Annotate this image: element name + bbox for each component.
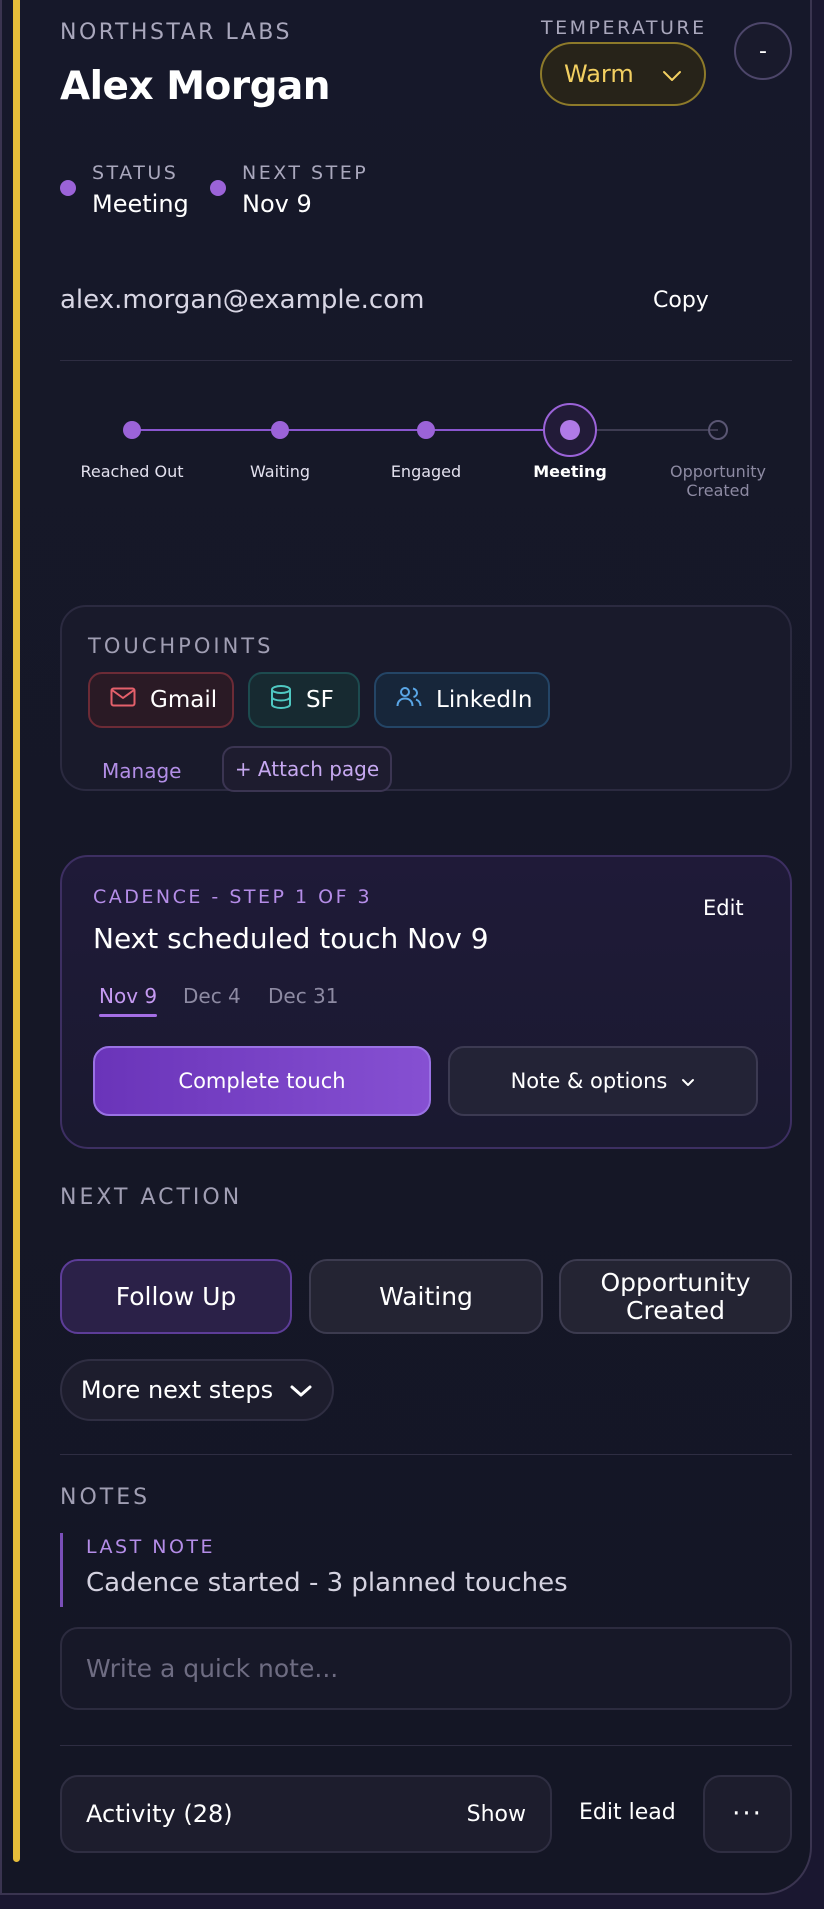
next-step-label: NEXT STEP xyxy=(242,162,369,184)
temperature-value: Warm xyxy=(564,60,634,88)
stage-label-opportunity: Opportunity Created xyxy=(669,462,766,500)
follow-up-button[interactable]: Follow Up xyxy=(60,1259,292,1334)
waiting-button[interactable]: Waiting xyxy=(309,1259,543,1334)
quick-note-input[interactable] xyxy=(60,1627,792,1710)
temperature-accent-bar xyxy=(13,0,20,1862)
touchpoint-linkedin[interactable]: LinkedIn xyxy=(374,672,550,728)
stage-dot-engaged[interactable] xyxy=(417,421,435,439)
last-note-bar xyxy=(60,1533,63,1607)
attach-page-button[interactable]: + Attach page xyxy=(222,746,392,792)
chevron-down-icon xyxy=(662,60,682,88)
cadence-title: Next scheduled touch Nov 9 xyxy=(93,922,489,955)
stage-dot-waiting[interactable] xyxy=(271,421,289,439)
cadence-step-label: CADENCE - STEP 1 OF 3 xyxy=(93,886,373,908)
stage-label-reached-out: Reached Out xyxy=(80,462,184,481)
cadence-tab-underline xyxy=(99,1014,157,1017)
lead-name: Alex Morgan xyxy=(60,64,331,109)
cadence-date-tab-2[interactable]: Dec 4 xyxy=(183,984,241,1008)
divider xyxy=(60,360,792,361)
status-label: STATUS xyxy=(92,162,179,184)
last-note-label: LAST NOTE xyxy=(86,1536,216,1558)
touchpoint-gmail-label: Gmail xyxy=(150,687,218,713)
lead-card: NORTHSTAR LABS Alex Morgan TEMPERATURE W… xyxy=(0,0,812,1895)
cadence-date-tab-3[interactable]: Dec 31 xyxy=(268,984,339,1008)
cadence-edit-button[interactable]: Edit xyxy=(703,896,744,920)
status-dot xyxy=(60,180,76,196)
stage-label-engaged: Engaged xyxy=(390,462,462,481)
temperature-select[interactable]: Warm xyxy=(540,42,706,106)
collapse-button[interactable]: - xyxy=(734,22,792,80)
opportunity-created-button[interactable]: Opportunity Created xyxy=(559,1259,792,1334)
divider xyxy=(60,1745,792,1746)
next-step-value: Nov 9 xyxy=(242,190,312,218)
touchpoint-sf-label: SF xyxy=(306,687,334,713)
touchpoint-sf[interactable]: SF xyxy=(248,672,360,728)
stage-dot-meeting[interactable] xyxy=(560,420,580,440)
touchpoint-gmail[interactable]: Gmail xyxy=(88,672,234,728)
stage-label-meeting: Meeting xyxy=(533,462,607,481)
copy-email-button[interactable]: Copy xyxy=(653,288,709,313)
status-value: Meeting xyxy=(92,190,189,218)
users-icon xyxy=(396,686,422,714)
temperature-label: TEMPERATURE xyxy=(541,17,707,39)
database-icon xyxy=(270,685,292,715)
next-step-dot xyxy=(210,180,226,196)
edit-lead-button[interactable]: Edit lead xyxy=(579,1800,676,1825)
email-address[interactable]: alex.morgan@example.com xyxy=(60,285,424,315)
notes-title: NOTES xyxy=(60,1485,151,1510)
company-name: NORTHSTAR LABS xyxy=(60,20,292,45)
divider xyxy=(60,1454,792,1455)
more-next-steps-label: More next steps xyxy=(80,1376,274,1404)
touchpoint-linkedin-label: LinkedIn xyxy=(436,687,533,713)
more-next-steps-button[interactable]: More next steps xyxy=(60,1359,334,1421)
cadence-date-tab-1[interactable]: Nov 9 xyxy=(99,984,157,1008)
note-options-button[interactable]: Note & options xyxy=(448,1046,758,1116)
manage-touchpoints-link[interactable]: Manage xyxy=(102,759,181,783)
more-options-button[interactable]: ··· xyxy=(703,1775,792,1853)
complete-touch-button[interactable]: Complete touch xyxy=(93,1046,431,1116)
mail-icon xyxy=(110,687,136,713)
activity-label: Activity (28) xyxy=(86,1800,233,1828)
stage-label-waiting: Waiting xyxy=(249,462,311,481)
last-note-text: Cadence started - 3 planned touches xyxy=(86,1568,568,1598)
activity-toggle[interactable]: Activity (28) Show xyxy=(60,1775,552,1853)
chevron-down-icon xyxy=(289,1376,313,1404)
chevron-down-icon xyxy=(681,1069,695,1093)
activity-show-button[interactable]: Show xyxy=(467,1802,526,1827)
touchpoints-title: TOUCHPOINTS xyxy=(88,634,274,658)
stage-dot-reached-out[interactable] xyxy=(123,421,141,439)
note-options-label: Note & options xyxy=(510,1069,668,1093)
next-action-title: NEXT ACTION xyxy=(60,1185,243,1210)
